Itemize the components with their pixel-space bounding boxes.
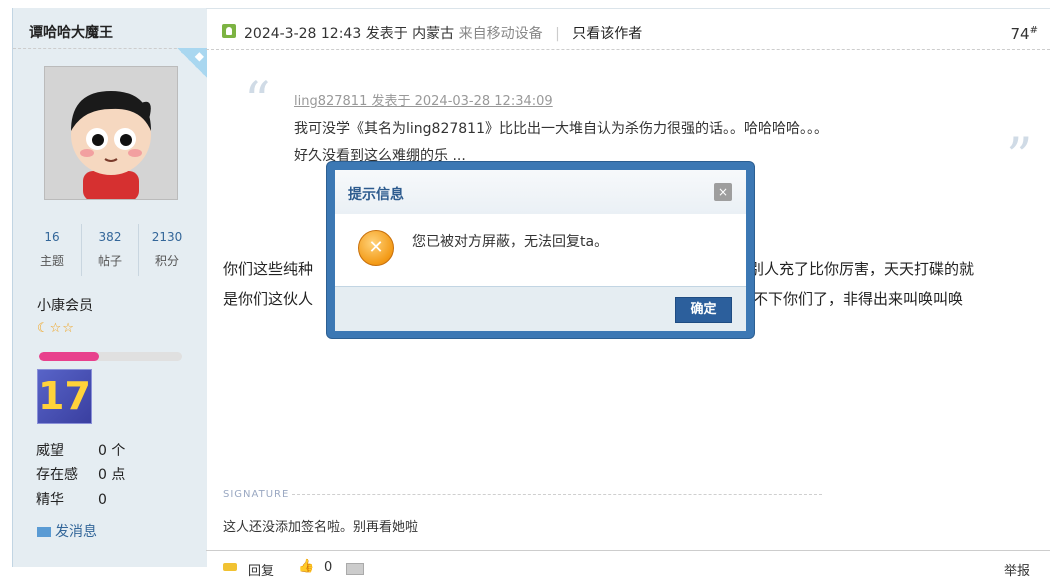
dislike-icon[interactable] xyxy=(346,563,364,575)
body-line-1-left: 你们这些纯种 xyxy=(223,260,314,278)
prompt-dialog: 提示信息 × ✕ 您已被对方屏蔽，无法回复ta。 确定 xyxy=(327,162,754,338)
envelope-icon xyxy=(37,527,51,537)
attr-key: 精华 xyxy=(36,492,64,508)
attr-prestige: 威望 0 个 xyxy=(36,440,125,460)
online-corner-icon: ◆ xyxy=(177,48,207,78)
dialog-footer: 确定 xyxy=(335,286,746,331)
author-sidebar: 谭哈哈大魔王 ◆ 16 主题 382 帖子 2130 积分 小康会员 ☾☆☆ 1… xyxy=(12,8,207,567)
ok-button[interactable]: 确定 xyxy=(675,297,732,323)
reply-icon xyxy=(223,563,237,571)
signature-text: 这人还没添加签名啦。别再看她啦 xyxy=(223,520,419,535)
report-link[interactable]: 举报 xyxy=(1004,560,1030,579)
attr-key: 存在感 xyxy=(36,467,78,483)
post-device: 来自移动设备 xyxy=(458,26,543,42)
stat-value: 382 xyxy=(98,230,122,244)
like-count: 0 xyxy=(324,560,333,575)
quote-meta-link[interactable]: ling827811 发表于 2024-03-28 12:34:09 xyxy=(294,90,553,109)
user-group[interactable]: 小康会员 xyxy=(37,295,93,315)
stat-posts[interactable]: 382 帖子 xyxy=(81,224,138,276)
body-line-1-right: 怕别人充了比你厉害，天天打碟的就 xyxy=(734,260,975,278)
author-name-bar: 谭哈哈大魔王 xyxy=(13,8,207,49)
post-header: 2024-3-28 12:43 发表于 内蒙古 来自移动设备 | 只看该作者 7… xyxy=(206,8,1050,50)
floor-value: 74 xyxy=(1010,25,1030,43)
dialog-header: 提示信息 × xyxy=(335,170,746,214)
floor-mark: # xyxy=(1029,25,1038,36)
separator: | xyxy=(555,26,560,42)
floor-number[interactable]: 74# xyxy=(1011,25,1038,43)
stat-value: 2130 xyxy=(151,230,183,244)
level-progress-bar xyxy=(39,352,182,361)
quote-open-icon: “ xyxy=(244,72,271,132)
send-message-link[interactable]: 发消息 xyxy=(37,521,97,541)
author-stats: 16 主题 382 帖子 2130 积分 xyxy=(24,224,194,276)
attr-presence: 存在感 0 点 xyxy=(36,464,125,484)
stat-points[interactable]: 2130 积分 xyxy=(138,224,195,276)
stat-value: 16 xyxy=(44,230,60,244)
signature-label: SIGNATURE xyxy=(223,489,290,500)
error-icon: ✕ xyxy=(358,230,394,266)
stat-label: 积分 xyxy=(154,254,179,268)
author-name[interactable]: 谭哈哈大魔王 xyxy=(29,22,113,42)
signature-divider xyxy=(292,494,822,495)
post-time-location: 2024-3-28 12:43 发表于 内蒙古 xyxy=(244,26,455,42)
reply-button[interactable]: 回复 xyxy=(248,560,274,579)
attr-value: 0 点 xyxy=(98,467,126,483)
attr-key: 威望 xyxy=(36,443,64,459)
quote-line-1: 我可没学《其名为ling827811》比比出一大堆自认为杀伤力很强的话。。哈哈哈… xyxy=(294,121,828,137)
post-action-bar: 回复 👍 0 举报 xyxy=(206,550,1050,579)
avatar[interactable] xyxy=(44,66,178,200)
stat-label: 帖子 xyxy=(97,254,122,268)
level-progress-fill xyxy=(39,352,100,361)
body-line-2-left: 是你们这伙人 xyxy=(223,290,314,308)
author-only-link[interactable]: 只看该作者 xyxy=(572,26,642,42)
quote-close-icon: ” xyxy=(1006,128,1033,188)
user-online-icon xyxy=(222,24,236,38)
stat-threads[interactable]: 16 主题 xyxy=(24,224,80,276)
body-line-2-right: 容不下你们了，非得出来叫唤叫唤 xyxy=(738,290,964,308)
level-stars-icon: ☾☆☆ xyxy=(37,321,75,336)
close-icon[interactable]: × xyxy=(714,183,732,201)
attr-digest: 精华 0 xyxy=(36,489,107,509)
attr-value: 0 xyxy=(98,492,107,508)
attr-value: 0 个 xyxy=(98,443,126,459)
send-message-label: 发消息 xyxy=(55,524,97,540)
dialog-title: 提示信息 xyxy=(348,187,404,203)
post-meta: 2024-3-28 12:43 发表于 内蒙古 来自移动设备 | 只看该作者 xyxy=(244,23,642,43)
medal-badge[interactable]: 17 xyxy=(37,369,92,424)
avatar-cartoon-icon xyxy=(45,67,177,199)
stat-label: 主题 xyxy=(39,254,64,268)
dialog-message: 您已被对方屏蔽，无法回复ta。 xyxy=(412,234,609,250)
